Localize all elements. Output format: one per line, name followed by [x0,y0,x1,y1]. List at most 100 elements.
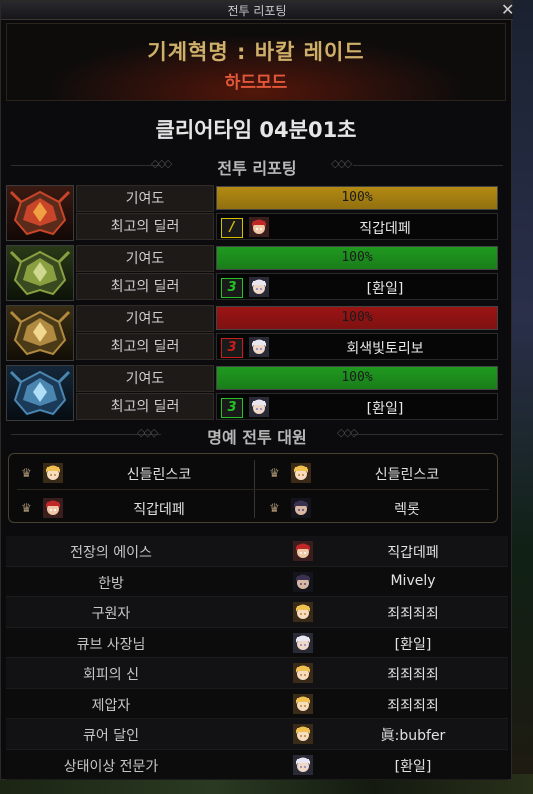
top-dealer-row[interactable]: 3 [환일] [216,273,498,300]
blonde-avatar [293,724,313,744]
battle-report-window: 전투 리포팅 ✕ 기계혁명 : 바칼 레이드 하드모드 클리어타임 04분01초… [0,0,514,780]
blonde-avatar [43,463,63,483]
rank-badge: 3 [221,398,243,418]
ice-dragon-icon [6,365,74,421]
award-title: 상태이상 전문가 [63,758,159,775]
award-row[interactable]: 제압자 죄죄죄죄 [6,688,508,719]
award-player: 직갑데페 [387,545,439,561]
award-player: Mively [390,572,436,589]
contribution-label: 기여도 [76,185,214,212]
award-row[interactable]: 전장의 에이스 직갑데페 [6,536,508,567]
award-title: 전장의 에이스 [70,545,152,561]
top-dealer-row[interactable]: 3 회색빛토리보 [216,333,498,360]
dealer-name: 직갑데페 [359,221,411,237]
contribution-bar: 100% [216,246,498,270]
honor-member-name: 직갑데페 [133,502,185,518]
dealer-name: 회색빛토리보 [346,341,424,357]
white-hair-avatar [249,397,269,417]
award-row[interactable]: 상태이상 전문가 [환일] [6,749,508,780]
red-cap-avatar [43,498,63,518]
honor-member[interactable]: ♛ 직갑데페 [9,491,249,524]
award-row[interactable]: 한방 Mively [6,566,508,597]
award-title: 큐브 사장님 [76,636,146,653]
honor-member-name: 렉롯 [394,502,420,518]
award-row[interactable]: 회피의 신 죄죄죄죄 [6,658,508,689]
boss-row: 기여도 최고의 딜러 100% 3 [환일] [6,365,498,421]
award-title: 제압자 [91,697,131,714]
honor-members-box: ♛ 신들린스코 ♛ 신들린스코 ♛ 직갑데페 ♛ 렉롯 [8,453,498,523]
honor-member-name: 신들린스코 [126,467,192,483]
contribution-label: 기여도 [76,245,214,272]
green-dragon-icon [6,245,74,301]
gold-dragon-icon [6,305,74,361]
top-dealer-row[interactable]: 3 [환일] [216,393,498,420]
contribution-label: 기여도 [76,365,214,392]
award-player: [환일] [394,758,432,775]
white-hair-avatar [293,754,313,775]
title-bar[interactable]: 전투 리포팅 ✕ [1,0,514,20]
dungeon-title: 기계혁명 : 바칼 레이드 [147,40,365,64]
contribution-bar: 100% [216,186,498,210]
honor-member[interactable]: ♛ 신들린스코 [9,456,249,489]
contribution-value: 100% [341,250,373,265]
section-header-honor: ◇◇◇ 명예 전투 대원 ◇◇◇ [1,422,513,447]
crown-icon: ♛ [269,466,280,480]
contribution-label: 기여도 [76,305,214,332]
crown-icon: ♛ [269,501,280,515]
honor-member-name: 신들린스코 [374,467,440,483]
top-dealer-label: 최고의 딜러 [76,333,214,360]
blonde-avatar [293,602,313,622]
difficulty-mode: 하드모드 [224,73,288,93]
contribution-value: 100% [341,190,373,205]
fire-dragon-icon [6,185,74,241]
contribution-value: 100% [341,370,373,385]
boss-row: 기여도 최고의 딜러 100% 3 [환일] [6,245,498,301]
ornament-right: ◇◇◇ [337,426,358,439]
ornament-left: ◇◇◇ [137,426,158,439]
top-dealer-label: 최고의 딜러 [76,393,214,420]
dealer-name: [환일] [366,401,404,417]
award-player: 眞:bubfer [380,728,446,744]
rank-badge: 3 [221,278,243,298]
dark-avatar [293,571,313,592]
dark-avatar [291,498,311,518]
window-title: 전투 리포팅 [227,4,287,18]
contribution-bar: 100% [216,366,498,390]
award-player: 죄죄죄죄 [387,697,439,714]
award-row[interactable]: 큐브 사장님 [환일] [6,627,508,658]
top-dealer-label: 최고의 딜러 [76,273,214,300]
dealer-name: [환일] [366,281,404,297]
top-dealer-row[interactable]: / 직갑데페 [216,213,498,240]
ornament-right: ◇◇◇ [331,157,352,170]
award-player: 죄죄죄죄 [387,667,439,683]
top-dealer-label: 최고의 딜러 [76,213,214,240]
close-icon[interactable]: ✕ [501,0,514,19]
section-header-report: ◇◇◇ 전투 리포팅 ◇◇◇ [1,153,513,178]
award-title: 구원자 [91,606,131,622]
contribution-bar: 100% [216,306,498,330]
award-title: 회피의 신 [83,667,139,683]
red-cap-avatar [293,541,313,561]
clear-time: 클리어타임 04분01초 [155,118,357,142]
red-cap-avatar [249,217,269,237]
award-player: [환일] [394,636,432,653]
background-game-scene [512,0,533,794]
section-title-report: 전투 리포팅 [217,159,297,178]
award-row[interactable]: 큐어 달인 眞:bubfer [6,719,508,750]
honor-member[interactable]: ♛ 신들린스코 [257,456,497,489]
rank-badge: / [221,218,243,238]
award-row[interactable]: 구원자 죄죄죄죄 [6,597,508,628]
boss-row: 기여도 최고의 딜러 100% 3 회색빛토리보 [6,305,498,361]
dungeon-header: 기계혁명 : 바칼 레이드 하드모드 [6,23,506,101]
white-hair-avatar [293,632,313,653]
honor-member[interactable]: ♛ 렉롯 [257,491,497,524]
award-title: 큐어 달인 [83,728,139,744]
section-title-honor: 명예 전투 대원 [207,428,307,447]
crown-icon: ♛ [21,501,32,515]
white-hair-avatar [249,277,269,297]
blonde-avatar [293,693,313,714]
blonde-avatar [293,663,313,683]
boss-row: 기여도 최고의 딜러 100% / 직갑데페 [6,185,498,241]
award-list: 전장의 에이스 직갑데페 한방 Mively 구원자 죄죄죄죄 큐브 사장님 [… [6,536,508,780]
rank-badge: 3 [221,338,243,358]
